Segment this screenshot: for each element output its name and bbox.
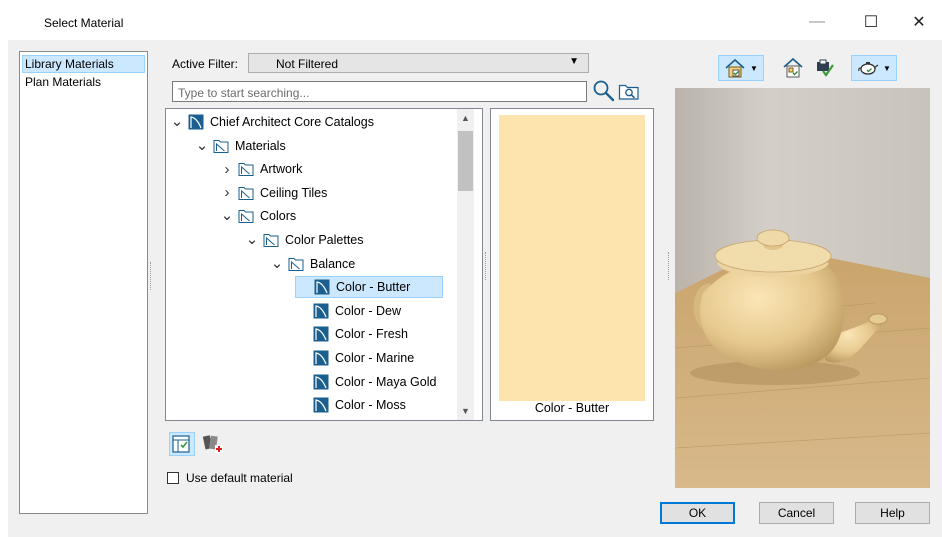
close-button[interactable]: ✕	[896, 6, 942, 38]
tree-view-button[interactable]	[169, 432, 195, 456]
expand-chevron-icon[interactable]: ⌄	[170, 114, 184, 129]
cancel-button[interactable]: Cancel	[759, 502, 834, 524]
folder-icon	[238, 163, 254, 177]
tree-item-label: Color - Moss	[335, 398, 406, 413]
tree-item-label: Color - Marine	[335, 351, 415, 365]
help-button[interactable]: Help	[855, 502, 930, 524]
tree-item[interactable]: Color - Pl...	[295, 418, 398, 420]
tree-preview-splitter[interactable]	[485, 252, 489, 280]
expand-chevron-icon[interactable]: ⌄	[245, 232, 259, 247]
teapot-view-button[interactable]: ▼	[851, 55, 897, 81]
search-folder-icon[interactable]	[618, 81, 640, 101]
tree-item-label: Color - Butter	[336, 280, 411, 295]
active-filter-select[interactable]: Not Filtered ▼	[248, 53, 589, 73]
use-default-label: Use default material	[186, 471, 293, 485]
material-palette-icon	[202, 435, 223, 453]
use-default-checkbox[interactable]	[167, 472, 179, 484]
search-field[interactable]	[172, 81, 587, 102]
tree-item[interactable]: ⌄ Color Palettes	[245, 229, 364, 251]
tree-item-label: Color - Dew	[335, 303, 401, 318]
tree-scrollbar[interactable]: ▲ ▼	[457, 109, 474, 420]
tree-item-label: Balance	[310, 256, 356, 271]
expand-chevron-icon[interactable]: ⌄	[270, 256, 284, 271]
collapsed-chevron-icon[interactable]: ›	[220, 161, 234, 178]
tree-item-label: Color - Fresh	[335, 327, 408, 342]
tree-item[interactable]: ⌄ Colors	[220, 205, 296, 227]
tree-item-label: Chief Architect Core Catalogs	[210, 115, 374, 129]
scroll-down-icon[interactable]: ▼	[461, 406, 470, 416]
sidebar-item-plan-materials[interactable]: Plan Materials	[23, 74, 103, 90]
tree-item[interactable]: Color - Dew	[295, 300, 401, 322]
expand-chevron-icon[interactable]: ⌄	[220, 208, 234, 223]
source-list: Library Materials Plan Materials	[19, 51, 148, 514]
active-filter-value: Not Filtered	[276, 57, 339, 71]
house-check-button[interactable]	[780, 55, 806, 81]
expand-chevron-icon[interactable]: ⌄	[195, 138, 209, 153]
tree-item[interactable]: › Artwork	[220, 158, 303, 180]
material-3d-preview[interactable]	[675, 88, 930, 488]
dropdown-arrow-icon: ▼	[569, 56, 579, 67]
left-splitter[interactable]	[150, 262, 154, 290]
tree-item[interactable]: Color - Maya Gold	[295, 371, 436, 393]
material-icon	[313, 326, 329, 342]
house-view-icon	[725, 58, 745, 78]
tree-item-label: Artwork	[260, 162, 303, 177]
scroll-up-icon[interactable]: ▲	[461, 113, 470, 123]
material-icon	[313, 374, 329, 390]
house-view-button[interactable]: ▼	[718, 55, 764, 81]
title-bar: Select Material — ☐ ✕	[0, 0, 942, 40]
material-icon	[314, 279, 330, 295]
folder-icon	[213, 139, 229, 153]
scroll-thumb[interactable]	[458, 131, 473, 191]
tree-view-icon	[172, 435, 190, 453]
sidebar-item-library-materials[interactable]: Library Materials	[22, 55, 145, 73]
tree-item-label: Color Palettes	[285, 233, 364, 247]
folder-icon	[238, 210, 254, 224]
tree-item[interactable]: ⌄ Balance	[270, 253, 355, 275]
search-icon[interactable]	[592, 79, 616, 103]
material-icon	[313, 397, 329, 413]
search-input[interactable]	[176, 83, 580, 102]
tree-item[interactable]: ⌄ Chief Architect Core Catalogs	[170, 111, 374, 133]
library-tree[interactable]: ⌄ Chief Architect Core Catalogs ⌄ Materials…	[165, 108, 483, 421]
tree-item-label: Ceiling Tiles	[260, 185, 328, 200]
folder-icon	[238, 186, 254, 200]
tree-item[interactable]: ⌄ Materials	[195, 135, 286, 157]
collapsed-chevron-icon[interactable]: ›	[220, 184, 234, 201]
tree-item[interactable]: Color - Moss	[295, 394, 406, 416]
preview-caption: Color - Butter	[534, 401, 610, 415]
window-title: Select Material	[44, 16, 124, 30]
folder-icon	[263, 234, 279, 247]
tree-item[interactable]: › Ceiling Tiles	[220, 182, 328, 204]
folder-icon	[288, 257, 304, 271]
material-icon	[313, 350, 329, 366]
tree-item-label: Colors	[260, 209, 297, 224]
preview-render-splitter[interactable]	[668, 252, 672, 280]
teapot-render	[675, 88, 930, 488]
tree-item[interactable]: Color - Marine	[295, 347, 414, 369]
tree-item-label: Color - Maya Gold	[335, 374, 437, 389]
color-swatch	[499, 115, 645, 401]
catalog-icon	[188, 114, 204, 130]
maximize-button[interactable]: ☐	[848, 6, 894, 38]
tree-item[interactable]: Color - Fresh	[295, 323, 408, 345]
ok-button[interactable]: OK	[660, 502, 735, 524]
material-swatch-button[interactable]	[201, 432, 225, 456]
minimize-button[interactable]: —	[794, 6, 840, 38]
teapot-view-icon	[858, 62, 879, 75]
house-check-icon	[783, 57, 803, 78]
tree-item-label: Materials	[235, 138, 286, 153]
print-check-button[interactable]	[812, 55, 838, 81]
print-check-icon	[817, 59, 834, 77]
active-filter-label: Active Filter:	[172, 57, 239, 71]
material-preview: Color - Butter	[490, 108, 654, 421]
material-icon	[313, 303, 329, 319]
tree-item[interactable]: Color - Butter	[295, 276, 443, 299]
